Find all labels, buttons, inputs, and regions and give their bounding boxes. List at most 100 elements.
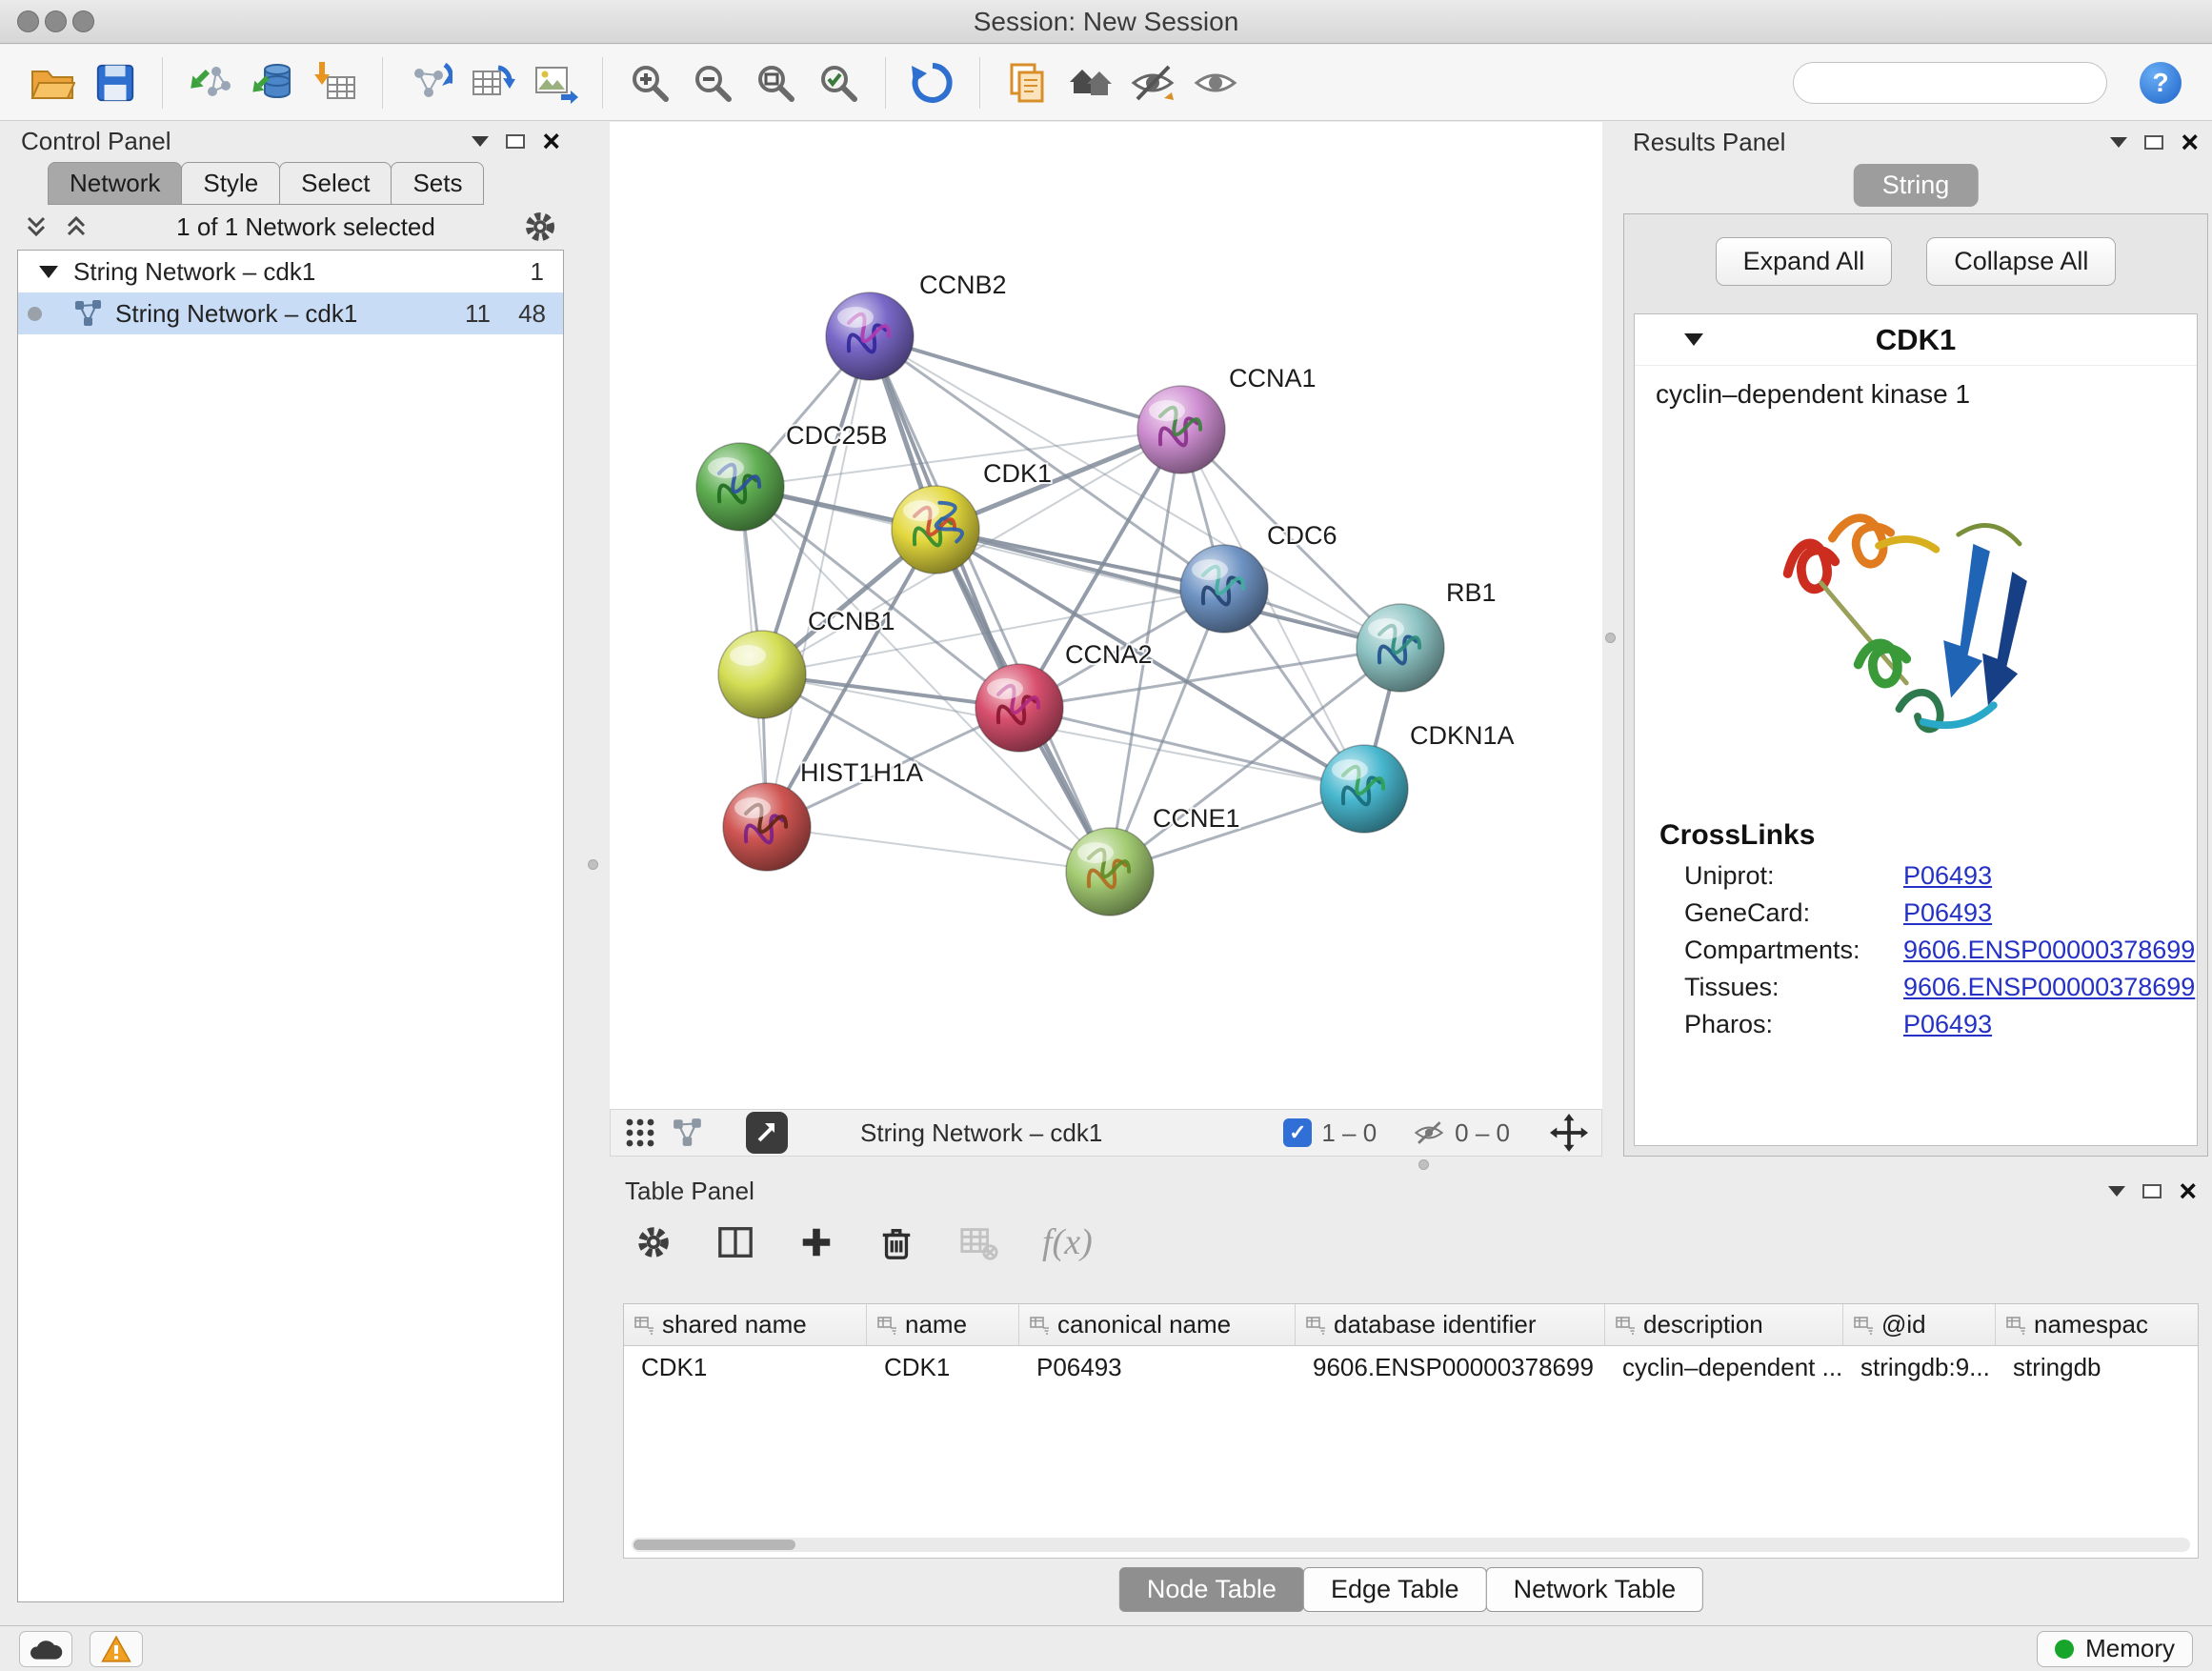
grid-view-icon[interactable] xyxy=(624,1117,656,1149)
fit-crosshair-icon[interactable] xyxy=(1550,1114,1588,1152)
network-canvas[interactable]: CCNB2CCNA1CDC25BCDK1CDC6RB1CCNB1CCNA2CDK… xyxy=(610,122,1602,1109)
import-network-database-button[interactable] xyxy=(245,55,300,111)
tab-network[interactable]: Network xyxy=(48,162,182,205)
search-box[interactable] xyxy=(1793,62,2107,104)
expand-all-tree-icon[interactable] xyxy=(63,213,90,240)
network-from-table-button[interactable] xyxy=(465,55,520,111)
table-row[interactable]: CDK1CDK1P064939606.ENSP00000378699cyclin… xyxy=(624,1346,2198,1388)
float-panel-icon[interactable] xyxy=(2144,135,2163,150)
delete-column-trash-icon[interactable] xyxy=(878,1224,915,1260)
table-cell[interactable]: stringdb:9... xyxy=(1843,1346,1996,1388)
crosslink-value-link[interactable]: P06493 xyxy=(1903,1010,1992,1039)
column-header-@id[interactable]: @id xyxy=(1843,1304,1996,1345)
selected-checkbox-icon[interactable]: ✓ xyxy=(1283,1118,1312,1147)
edge[interactable] xyxy=(767,336,870,827)
copy-document-button[interactable] xyxy=(999,55,1055,111)
zoom-selected-button[interactable] xyxy=(811,55,866,111)
tab-string[interactable]: String xyxy=(1854,164,1979,207)
import-table-button[interactable] xyxy=(308,55,363,111)
panel-menu-icon[interactable] xyxy=(472,136,489,147)
node-CDC25B[interactable] xyxy=(696,443,784,531)
zoom-fit-button[interactable] xyxy=(748,55,803,111)
column-header-database-identifier[interactable]: database identifier xyxy=(1296,1304,1605,1345)
tab-select[interactable]: Select xyxy=(279,162,392,205)
table-cell[interactable]: CDK1 xyxy=(624,1346,867,1388)
edge[interactable] xyxy=(767,827,1110,872)
zoom-window-button[interactable] xyxy=(72,10,94,32)
close-panel-icon[interactable]: × xyxy=(2181,127,2199,157)
tab-node-table[interactable]: Node Table xyxy=(1119,1567,1304,1612)
show-columns-icon[interactable] xyxy=(716,1223,754,1261)
close-window-button[interactable] xyxy=(17,10,39,32)
column-header-name[interactable]: name xyxy=(867,1304,1019,1345)
detach-view-button[interactable] xyxy=(746,1112,788,1154)
network-graph[interactable]: CCNB2CCNA1CDC25BCDK1CDC6RB1CCNB1CCNA2CDK… xyxy=(610,122,1602,1107)
tab-sets[interactable]: Sets xyxy=(391,162,484,205)
collapse-protein-icon[interactable] xyxy=(1684,333,1703,346)
tab-style[interactable]: Style xyxy=(181,162,280,205)
import-network-file-button[interactable] xyxy=(182,55,237,111)
scrollbar-thumb[interactable] xyxy=(633,1540,795,1550)
table-cell[interactable]: P06493 xyxy=(1019,1346,1296,1388)
panel-menu-icon[interactable] xyxy=(2108,1186,2125,1197)
column-header-namespac[interactable]: namespac xyxy=(1996,1304,2199,1345)
zoom-out-button[interactable] xyxy=(685,55,740,111)
node-RB1[interactable] xyxy=(1357,604,1444,692)
column-header-canonical-name[interactable]: canonical name xyxy=(1019,1304,1296,1345)
apply-layout-button[interactable] xyxy=(905,55,960,111)
tree-expand-icon[interactable] xyxy=(39,266,58,278)
close-panel-icon[interactable]: × xyxy=(542,126,560,156)
table-options-gear-icon[interactable] xyxy=(634,1223,673,1261)
tab-network-table[interactable]: Network Table xyxy=(1486,1567,1704,1612)
right-splitter-handle[interactable] xyxy=(1605,633,1616,643)
column-header-shared-name[interactable]: shared name xyxy=(624,1304,867,1345)
table-cell[interactable]: cyclin–dependent ... xyxy=(1605,1346,1843,1388)
help-button[interactable]: ? xyxy=(2140,62,2182,104)
tab-edge-table[interactable]: Edge Table xyxy=(1303,1567,1487,1612)
export-image-button[interactable] xyxy=(528,55,583,111)
warnings-button[interactable] xyxy=(90,1631,143,1667)
horizontal-scrollbar[interactable] xyxy=(632,1538,2190,1552)
save-session-button[interactable] xyxy=(88,55,143,111)
float-panel-icon[interactable] xyxy=(506,134,525,149)
close-panel-icon[interactable]: × xyxy=(2179,1176,2197,1206)
crosslink-value-link[interactable]: P06493 xyxy=(1903,898,1992,928)
zoom-in-button[interactable] xyxy=(622,55,677,111)
node-CCNE1[interactable] xyxy=(1066,828,1154,916)
left-splitter-handle[interactable] xyxy=(588,859,598,870)
memory-button[interactable]: Memory xyxy=(2037,1631,2193,1667)
expand-all-button[interactable]: Expand All xyxy=(1716,237,1893,286)
minimize-window-button[interactable] xyxy=(45,10,67,32)
node-CDKN1A[interactable] xyxy=(1320,745,1408,833)
edge[interactable] xyxy=(870,336,1110,872)
node-CCNA1[interactable] xyxy=(1137,386,1225,473)
edge[interactable] xyxy=(1019,708,1364,789)
float-panel-icon[interactable] xyxy=(2142,1184,2162,1198)
crosslink-value-link[interactable]: P06493 xyxy=(1903,861,1992,891)
node-CCNB2[interactable] xyxy=(826,292,914,380)
collapse-all-button[interactable]: Collapse All xyxy=(1926,237,2116,286)
node-CCNA2[interactable] xyxy=(975,664,1063,752)
open-session-button[interactable] xyxy=(25,55,80,111)
node-CCNB1[interactable] xyxy=(718,631,806,718)
clone-network-button[interactable] xyxy=(402,55,457,111)
collapse-all-tree-icon[interactable] xyxy=(23,213,50,240)
table-cell[interactable]: CDK1 xyxy=(867,1346,1019,1388)
show-hide-panels-button[interactable] xyxy=(1062,55,1117,111)
network-collection-row[interactable]: String Network – cdk1 1 xyxy=(18,251,563,292)
bottom-splitter-handle[interactable] xyxy=(1418,1159,1429,1170)
node-HIST1H1A[interactable] xyxy=(723,783,811,871)
edge[interactable] xyxy=(870,336,1181,430)
network-view-icon[interactable] xyxy=(672,1117,704,1149)
table-cell[interactable]: stringdb xyxy=(1996,1346,2199,1388)
cloud-status-button[interactable] xyxy=(19,1631,72,1667)
add-column-plus-icon[interactable] xyxy=(798,1224,835,1260)
crosslink-value-link[interactable]: 9606.ENSP00000378699 xyxy=(1903,936,2195,965)
node-CDK1[interactable] xyxy=(892,486,979,574)
search-input[interactable] xyxy=(1815,68,2134,97)
network-row-selected[interactable]: String Network – cdk1 11 48 xyxy=(18,292,563,334)
node-CDC6[interactable] xyxy=(1180,545,1268,633)
crosslink-value-link[interactable]: 9606.ENSP00000378699 xyxy=(1903,973,2195,1002)
show-graphics-details-button[interactable] xyxy=(1188,55,1243,111)
gear-icon[interactable] xyxy=(522,209,558,245)
